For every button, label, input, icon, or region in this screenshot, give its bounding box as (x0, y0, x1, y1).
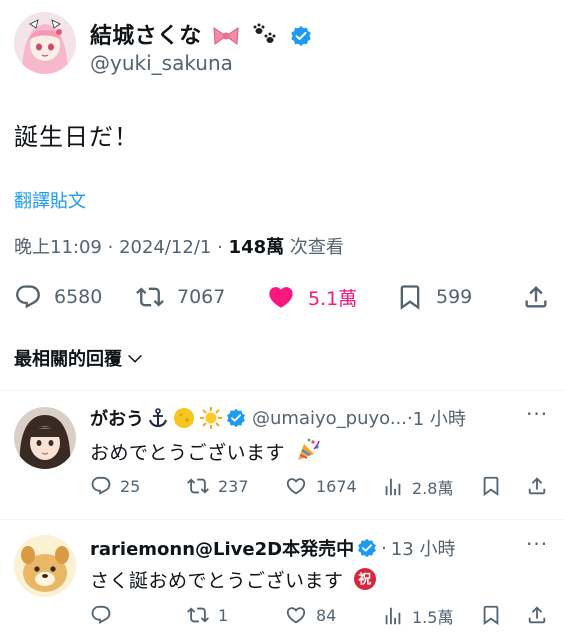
repost-icon (186, 604, 210, 626)
reply-action-views[interactable]: 1.5萬 (382, 604, 453, 628)
reply-author-name[interactable]: がおう (90, 405, 144, 431)
heart-icon (284, 604, 308, 626)
reply-author-handle[interactable]: @umaiyo_puyo... (252, 408, 407, 429)
reply-author-name[interactable]: rariemonn@Live2D本発売中 (90, 535, 354, 561)
reply-button[interactable]: 6580 (14, 283, 102, 311)
reply-count: 25 (120, 476, 141, 496)
tweet-meta: 晚上11:09 · 2024/12/1 · 148萬 次查看 (14, 233, 344, 259)
repost-count: 1 (218, 605, 229, 625)
bookmark-button[interactable]: 599 (396, 283, 472, 311)
repost-button[interactable]: 7067 (135, 283, 225, 311)
reply-text-row: さく誕おめでとうございます 祝 (90, 566, 377, 593)
tweet-time[interactable]: 晚上11:09 (14, 237, 102, 258)
repost-icon (135, 283, 165, 311)
bookmark-icon (480, 604, 502, 626)
verified-badge-icon (290, 25, 312, 47)
meta-separator: · (381, 537, 387, 559)
party-popper-emoji (295, 437, 321, 463)
reply-avatar[interactable] (14, 535, 76, 597)
reply-action-repost[interactable]: 1 (186, 604, 228, 626)
share-icon (522, 283, 550, 311)
reply-icon (14, 283, 42, 311)
views-label: 次查看 (289, 237, 344, 258)
author-handle[interactable]: @yuki_sakuna (90, 51, 233, 75)
sun-emoji (199, 406, 223, 430)
views-count: 1.5萬 (412, 608, 454, 627)
author-avatar[interactable] (14, 12, 76, 74)
reply-action-like[interactable]: 84 (284, 604, 336, 626)
more-options-icon[interactable]: ··· (526, 532, 548, 556)
views-icon (382, 605, 404, 627)
paw-prints-emoji (251, 23, 279, 47)
reply-icon (90, 604, 112, 626)
reply-text: おめでとうございます (90, 442, 286, 464)
author-name-row[interactable]: 結城さくな (90, 18, 312, 50)
tweet-text: 誕生日だ！ (14, 123, 139, 151)
like-count: 84 (316, 605, 337, 625)
repost-count: 237 (218, 476, 249, 496)
reply-action-reply[interactable] (90, 604, 120, 626)
chevron-down-icon (126, 349, 144, 367)
author-name[interactable]: 結城さくな (90, 24, 202, 49)
share-icon (526, 475, 548, 497)
heart-icon (284, 475, 308, 497)
reply-count: 6580 (54, 286, 103, 308)
reply-action-repost[interactable]: 237 (186, 475, 249, 497)
views-count: 2.8萬 (412, 479, 454, 498)
reply-avatar[interactable] (14, 407, 76, 469)
views-icon (382, 476, 404, 498)
reply-action-views[interactable]: 2.8萬 (382, 475, 453, 499)
reply-sort-dropdown[interactable]: 最相關的回覆 (14, 345, 144, 371)
reply-header: rariemonn@Live2D本発売中 · 13 小時 (90, 535, 455, 561)
views-count: 148萬 (228, 237, 285, 258)
reply-time[interactable]: 13 小時 (391, 535, 456, 561)
congratulation-emoji: 祝 (353, 567, 377, 591)
verified-badge-icon (357, 538, 377, 558)
reply-action-share[interactable] (526, 475, 548, 497)
reply-action-bookmark[interactable] (480, 604, 502, 626)
like-count: 5.1萬 (308, 287, 358, 310)
moon-emoji (172, 406, 196, 430)
reply-icon (90, 475, 112, 497)
svg-text:祝: 祝 (358, 572, 372, 588)
share-button[interactable] (522, 283, 550, 311)
repost-count: 7067 (177, 286, 226, 308)
verified-badge-icon (226, 408, 246, 428)
tweet-date[interactable]: 2024/12/1 (119, 237, 211, 258)
like-count: 1674 (316, 476, 357, 496)
share-icon (526, 604, 548, 626)
reply-header: がおう @umaiyo_puyo... · 1 小時 (90, 405, 466, 431)
reply-text: さく誕おめでとうございます (90, 570, 344, 592)
heart-filled-icon (266, 283, 296, 311)
divider (0, 390, 564, 391)
bookmark-icon (396, 283, 424, 311)
meta-separator: · (107, 237, 120, 258)
reply-action-share[interactable] (526, 604, 548, 626)
translate-link[interactable]: 翻譯貼文 (14, 187, 86, 213)
reply-time[interactable]: 1 小時 (413, 405, 466, 431)
reply-action-like[interactable]: 1674 (284, 475, 357, 497)
bookmark-count: 599 (436, 286, 473, 308)
ribbon-emoji (212, 25, 240, 47)
divider (0, 519, 564, 520)
like-button[interactable]: 5.1萬 (266, 283, 357, 311)
meta-separator: · (217, 237, 229, 258)
more-options-icon[interactable]: ··· (526, 402, 548, 426)
reply-action-reply[interactable]: 25 (90, 475, 140, 497)
bookmark-icon (480, 475, 502, 497)
anchor-emoji (147, 407, 169, 429)
repost-icon (186, 475, 210, 497)
reply-text-row: おめでとうございます (90, 437, 321, 465)
reply-sort-label: 最相關的回覆 (14, 349, 122, 370)
reply-action-bookmark[interactable] (480, 475, 502, 497)
